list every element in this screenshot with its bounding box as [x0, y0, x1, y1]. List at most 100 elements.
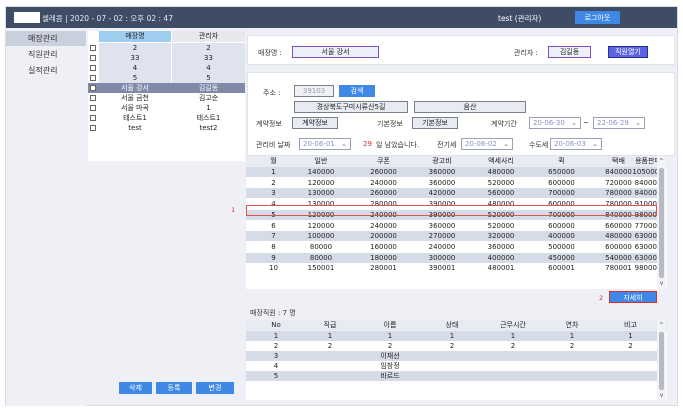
table-cell [424, 361, 480, 371]
scroll-down-icon[interactable]: v [658, 392, 665, 399]
column-header[interactable]: 근무시간 [484, 320, 542, 330]
store-row[interactable]: 서울 금천 김고순 [88, 93, 245, 103]
scroll-up-icon[interactable]: ^ [658, 158, 665, 165]
contract-info-button[interactable]: 계약정보 [292, 117, 338, 129]
table-row[interactable]: 2 2 2 2 2 2 2 [246, 341, 657, 351]
contract-info-label: 계약정보 [256, 120, 282, 128]
store-row[interactable]: 55 [88, 73, 245, 83]
table-cell: 1 [569, 332, 575, 340]
table-cell: 2 [271, 178, 276, 187]
column-header[interactable]: 직급 [302, 320, 358, 330]
scroll-up-icon[interactable]: ^ [658, 322, 665, 329]
column-header[interactable]: 광고비 [414, 156, 470, 166]
table-cell: 240000 [370, 221, 397, 230]
contract-end-select[interactable]: 22-06-29 ⌄ [593, 117, 645, 129]
sidebar-item-staff[interactable]: 직원관리 [6, 47, 86, 62]
table-cell: 1050000 [632, 168, 664, 176]
store-row[interactable]: 44 [88, 63, 245, 73]
column-header[interactable]: No [251, 320, 301, 330]
table-row[interactable]: 10 150001 280001 390001 480001 600001 780001 98… [246, 263, 661, 273]
column-header[interactable]: 이름 [361, 320, 419, 330]
table-row[interactable]: 3 130000 260000 420000 560000 700000 780000 840… [246, 188, 661, 199]
column-header[interactable]: 퀵 [534, 156, 589, 166]
column-header[interactable]: 월 [251, 156, 296, 166]
table-cell: 600000 [548, 178, 575, 187]
store-row[interactable]: 서울 마곡 1 [88, 103, 245, 113]
zipcode-field[interactable]: 39103 [294, 85, 334, 97]
store-row[interactable]: test test2 [88, 123, 245, 133]
table-cell: 150001 [307, 264, 335, 273]
address-line2-field[interactable]: 음산 [414, 101, 526, 113]
table-row[interactable]: 9 80000 180000 300000 400000 450000 540000 6300… [246, 252, 661, 263]
manager-label: 관리자 : [514, 49, 538, 57]
detail-button[interactable]: 자세히 [609, 291, 657, 303]
table-row[interactable]: 5 바르드 [246, 371, 657, 381]
monthly-scrollbar[interactable]: ^ v [657, 156, 666, 289]
address-search-button[interactable]: 검색 [339, 85, 375, 97]
table-row[interactable]: 6 120000 240000 360000 520000 600000 660000 770… [246, 221, 661, 231]
modify-store-button[interactable]: 변경 [196, 382, 234, 394]
scroll-down-icon[interactable]: v [658, 280, 665, 287]
row-checkbox[interactable] [90, 65, 96, 71]
sidebar-item-store[interactable]: 매장관리 [6, 31, 86, 46]
staff-scrollbar[interactable]: ^ v [657, 320, 666, 400]
store-row[interactable]: 서울 강서 김길동 [88, 83, 245, 93]
monthly-sales-table: 월 일반 쿠폰 광고비 액세사리 퀵 택배 용품판매 1 140000 260000 360000 48… [246, 156, 667, 289]
address-line1-field[interactable]: 경상북도구미시류산5길 [294, 101, 408, 113]
column-header[interactable]: 일반 [291, 156, 351, 166]
row-checkbox[interactable] [90, 105, 96, 111]
register-store-button[interactable]: 등록 [156, 382, 192, 394]
row-checkbox[interactable] [90, 45, 96, 51]
table-row[interactable]: 7 100000 200000 270000 320000 400000 480000 630… [246, 231, 661, 242]
store-name-cell: 서울 강서 [121, 84, 149, 92]
store-list-header-manager[interactable]: 관리자 [172, 31, 245, 42]
sidebar-item-performance[interactable]: 실적관리 [6, 63, 86, 78]
table-row[interactable]: 1 140000 260000 360000 480000 650000 840000 105… [246, 167, 664, 177]
water-date-select[interactable]: 20-06-03 ⌄ [550, 138, 602, 150]
table-cell: 이재선 [380, 352, 400, 360]
scroll-thumb[interactable] [659, 332, 664, 390]
table-row[interactable]: 8 80000 160000 240000 360000 500000 600000 6300… [246, 242, 661, 252]
table-row[interactable]: 1 1 1 1 1 1 1 [246, 331, 657, 341]
row-checkbox[interactable] [90, 85, 96, 91]
column-header[interactable]: 연차 [546, 320, 598, 330]
logout-button[interactable]: 로그아웃 [575, 11, 620, 24]
table-cell: 770000 [634, 221, 662, 230]
table-cell: 390001 [428, 264, 456, 273]
scroll-thumb[interactable] [659, 168, 664, 278]
table-row[interactable]: 2 120000 240000 360000 520000 600000 720000 840… [246, 178, 661, 188]
base-info-button[interactable]: 기본정보 [412, 117, 458, 129]
row-checkbox[interactable] [90, 115, 96, 121]
mgmt-fee-date-select[interactable]: 20-06-01 ⌄ [299, 138, 351, 150]
manager-field[interactable]: 김길동 [548, 46, 591, 58]
table-cell [302, 361, 358, 371]
table-cell: 1 [387, 332, 393, 340]
column-header[interactable]: 상태 [424, 320, 480, 330]
table-row[interactable]: 3 이재선 [246, 351, 657, 361]
electricity-date-select[interactable]: 20-06-02 ⌄ [461, 138, 513, 150]
open-staff-button[interactable]: 직원열기 [608, 46, 648, 58]
row-checkbox[interactable] [90, 55, 96, 61]
table-cell: 1 [327, 332, 333, 340]
column-header[interactable]: 비고 [604, 320, 657, 330]
column-header[interactable]: 용품판매 [619, 156, 677, 166]
store-row[interactable]: 테스트1 테스트1 [88, 113, 245, 123]
row-checkbox[interactable] [90, 95, 96, 101]
contract-start-select[interactable]: 20-06-30 ⌄ [529, 117, 581, 129]
store-row[interactable]: 22 [88, 43, 245, 53]
store-row[interactable]: 33 33 [88, 53, 245, 63]
table-cell: 650000 [548, 168, 575, 176]
delete-store-button[interactable]: 삭제 [119, 382, 152, 394]
store-name-field[interactable]: 서울 강서 [292, 46, 379, 58]
row-checkbox[interactable] [90, 125, 96, 131]
table-cell: 120000 [307, 221, 335, 230]
column-header[interactable]: 액세사리 [472, 156, 530, 166]
column-header[interactable]: 쿠폰 [356, 156, 411, 166]
table-cell: 560000 [487, 189, 515, 198]
table-cell: 420000 [428, 189, 456, 198]
table-row[interactable]: 4 임창정 [246, 361, 657, 371]
tilde-separator: ~ [583, 119, 589, 127]
table-cell: 520000 [487, 178, 515, 187]
store-list-header-name[interactable]: 매장명 [99, 31, 171, 42]
row-checkbox[interactable] [90, 75, 96, 81]
